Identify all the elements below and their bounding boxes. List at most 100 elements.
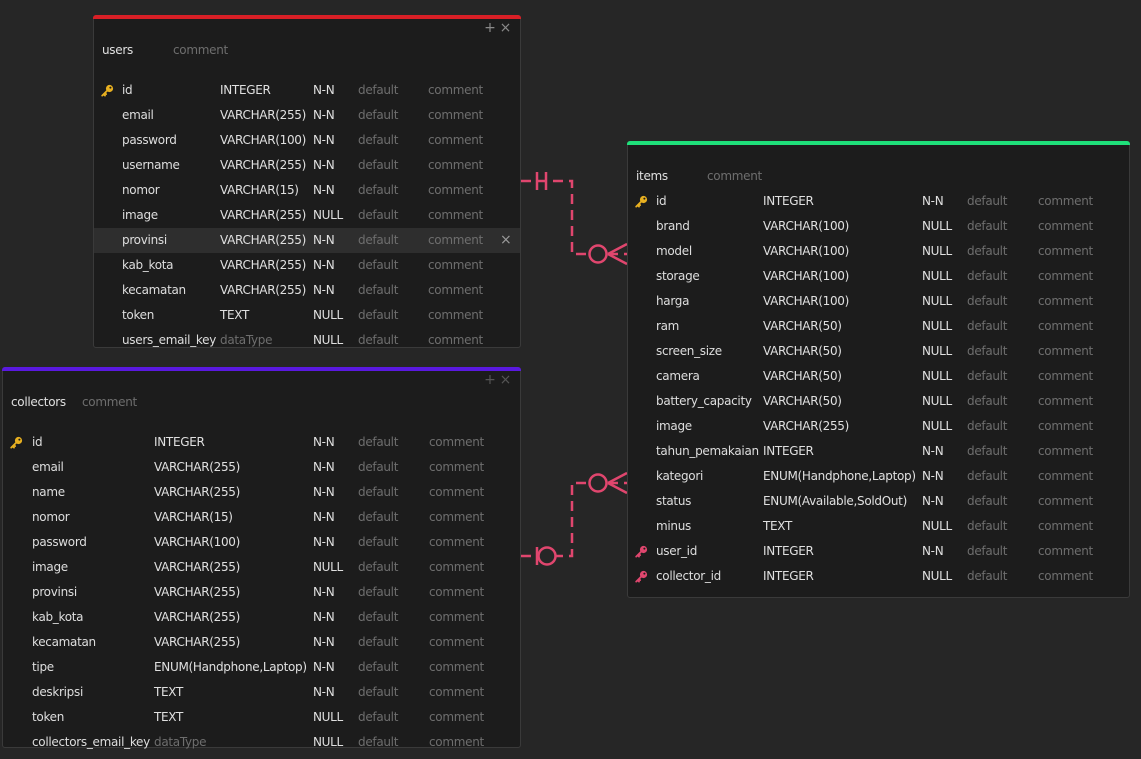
column-nullability[interactable]: N-N — [313, 103, 335, 128]
table-row[interactable]: password VARCHAR(100) N-N default comment — [3, 530, 520, 555]
column-nullability[interactable]: NULL — [313, 328, 343, 353]
column-default[interactable]: default — [358, 430, 398, 455]
table-row[interactable]: email VARCHAR(255) N-N default comment — [94, 103, 520, 128]
column-name[interactable]: password — [122, 128, 177, 153]
table-row[interactable]: username VARCHAR(255) N-N default comment — [94, 153, 520, 178]
column-type[interactable]: INTEGER — [763, 439, 814, 464]
column-type[interactable]: VARCHAR(255) — [154, 480, 240, 505]
column-nullability[interactable]: NULL — [922, 389, 952, 414]
column-comment[interactable]: comment — [429, 655, 484, 680]
column-name[interactable]: collector_id — [656, 564, 721, 589]
table-row[interactable]: id INTEGER N-N default comment — [628, 189, 1129, 214]
table-row[interactable]: kab_kota VARCHAR(255) N-N default comment — [3, 605, 520, 630]
table-collectors[interactable]: + × collectors comment id INTEGER N-N defau… — [2, 367, 521, 749]
column-type[interactable]: VARCHAR(255) — [154, 580, 240, 605]
column-name[interactable]: battery_capacity — [656, 389, 752, 414]
column-type[interactable]: TEXT — [154, 680, 183, 705]
column-default[interactable]: default — [358, 655, 398, 680]
column-nullability[interactable]: NULL — [313, 203, 343, 228]
column-comment[interactable]: comment — [428, 203, 483, 228]
column-comment[interactable]: comment — [1038, 214, 1093, 239]
table-row[interactable]: ram VARCHAR(50) NULL default comment — [628, 314, 1129, 339]
table-comment[interactable]: comment — [82, 390, 137, 415]
column-name[interactable]: email — [32, 455, 64, 480]
column-nullability[interactable]: N-N — [313, 78, 335, 103]
column-nullability[interactable]: N-N — [313, 605, 335, 630]
table-comment[interactable]: comment — [707, 164, 762, 189]
table-row[interactable]: screen_size VARCHAR(50) NULL default comment — [628, 339, 1129, 364]
table-users[interactable]: + × users comment id INTEGER N-N default com… — [93, 15, 521, 348]
column-name[interactable]: model — [656, 239, 692, 264]
column-nullability[interactable]: N-N — [313, 228, 335, 253]
table-row[interactable]: tipe ENUM(Handphone,Laptop) N-N default comm… — [3, 655, 520, 680]
column-comment[interactable]: comment — [1038, 364, 1093, 389]
column-name[interactable]: id — [32, 430, 43, 455]
column-type[interactable]: VARCHAR(100) — [763, 289, 849, 314]
column-comment[interactable]: comment — [428, 78, 483, 103]
table-row[interactable]: name VARCHAR(255) N-N default comment — [3, 480, 520, 505]
column-default[interactable]: default — [967, 489, 1007, 514]
column-nullability[interactable]: NULL — [922, 314, 952, 339]
column-type[interactable]: VARCHAR(255) — [154, 555, 240, 580]
column-comment[interactable]: comment — [429, 605, 484, 630]
table-row[interactable]: image VARCHAR(255) NULL default comment — [94, 203, 520, 228]
column-name[interactable]: kecamatan — [122, 278, 186, 303]
column-nullability[interactable]: NULL — [313, 555, 343, 580]
column-name[interactable]: brand — [656, 214, 690, 239]
column-nullability[interactable]: N-N — [313, 430, 335, 455]
column-type[interactable]: VARCHAR(15) — [154, 505, 233, 530]
delete-column-icon[interactable]: × — [500, 228, 512, 253]
column-name[interactable]: users_email_key — [122, 328, 216, 353]
table-row[interactable]: password VARCHAR(100) N-N default comment — [94, 128, 520, 153]
table-name[interactable]: collectors — [11, 395, 66, 409]
column-name[interactable]: image — [32, 555, 68, 580]
column-nullability[interactable]: N-N — [313, 153, 335, 178]
column-default[interactable]: default — [358, 530, 398, 555]
column-name[interactable]: collectors_email_key — [32, 730, 150, 755]
column-default[interactable]: default — [358, 480, 398, 505]
column-name[interactable]: status — [656, 489, 691, 514]
column-default[interactable]: default — [358, 705, 398, 730]
column-comment[interactable]: comment — [1038, 314, 1093, 339]
column-type[interactable]: VARCHAR(100) — [763, 214, 849, 239]
column-nullability[interactable]: NULL — [922, 264, 952, 289]
column-nullability[interactable]: N-N — [922, 539, 944, 564]
column-comment[interactable]: comment — [1038, 389, 1093, 414]
column-nullability[interactable]: NULL — [922, 564, 952, 589]
column-default[interactable]: default — [358, 103, 398, 128]
column-name[interactable]: password — [32, 530, 87, 555]
column-type[interactable]: VARCHAR(255) — [154, 630, 240, 655]
column-default[interactable]: default — [967, 289, 1007, 314]
column-default[interactable]: default — [358, 455, 398, 480]
column-name[interactable]: image — [656, 414, 692, 439]
column-nullability[interactable]: N-N — [313, 680, 335, 705]
column-default[interactable]: default — [358, 303, 398, 328]
column-comment[interactable]: comment — [429, 555, 484, 580]
column-default[interactable]: default — [967, 364, 1007, 389]
column-comment[interactable]: comment — [429, 580, 484, 605]
column-default[interactable]: default — [358, 730, 398, 755]
column-nullability[interactable]: N-N — [313, 505, 335, 530]
column-default[interactable]: default — [358, 328, 398, 353]
table-row[interactable]: id INTEGER N-N default comment — [94, 78, 520, 103]
table-row[interactable]: harga VARCHAR(100) NULL default comment — [628, 289, 1129, 314]
table-row[interactable]: kecamatan VARCHAR(255) N-N default comment — [94, 278, 520, 303]
column-default[interactable]: default — [967, 264, 1007, 289]
table-row[interactable]: model VARCHAR(100) NULL default comment — [628, 239, 1129, 264]
column-name[interactable]: token — [32, 705, 64, 730]
table-row[interactable]: kecamatan VARCHAR(255) N-N default comment — [3, 630, 520, 655]
column-type[interactable]: VARCHAR(50) — [763, 339, 842, 364]
column-comment[interactable]: comment — [428, 128, 483, 153]
column-nullability[interactable]: NULL — [922, 514, 952, 539]
column-name[interactable]: nomor — [122, 178, 160, 203]
table-row[interactable]: kab_kota VARCHAR(255) N-N default comment — [94, 253, 520, 278]
column-default[interactable]: default — [967, 239, 1007, 264]
table-row[interactable]: token TEXT NULL default comment — [3, 705, 520, 730]
column-name[interactable]: deskripsi — [32, 680, 83, 705]
column-nullability[interactable]: N-N — [313, 455, 335, 480]
table-row[interactable]: user_id INTEGER N-N default comment — [628, 539, 1129, 564]
column-default[interactable]: default — [967, 189, 1007, 214]
column-default[interactable]: default — [358, 605, 398, 630]
column-type[interactable]: VARCHAR(255) — [220, 253, 306, 278]
column-default[interactable]: default — [358, 630, 398, 655]
